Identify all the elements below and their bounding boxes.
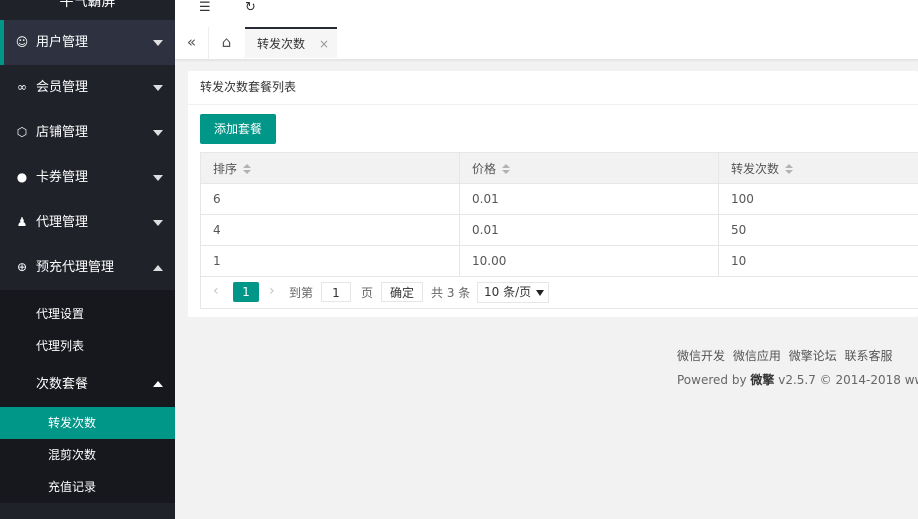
chevron-up-icon — [153, 265, 163, 271]
chevron-down-icon — [153, 175, 163, 181]
chevron-down-icon — [153, 220, 163, 226]
total-count: 共 3 条 — [431, 286, 471, 300]
confirm-button[interactable]: 确定 — [381, 282, 424, 302]
refresh-icon[interactable]: ↻ — [245, 0, 256, 27]
current-page[interactable]: 1 — [233, 282, 259, 302]
package-list-card: 转发次数套餐列表 添加套餐 排序 价格 转发次数 6 0.01 100 4 0.… — [188, 71, 918, 317]
infinity-icon: ∞ — [17, 80, 27, 94]
version-text: v2.5.7 © 2014-2018 www.w — [778, 373, 918, 387]
package-table: 排序 价格 转发次数 6 0.01 100 4 0.01 50 1 10.00 … — [200, 152, 918, 277]
footer-link[interactable]: 微信应用 — [733, 349, 781, 363]
column-label: 转发次数 — [731, 161, 780, 176]
sidebar: 牛气霸屏 ☺ 用户管理 ∞ 会员管理 ⬡ 店铺管理 ● 卡券管理 ♟ 代理管理 … — [0, 0, 175, 519]
table-cell: 6 — [200, 183, 460, 215]
circle-icon: ● — [16, 170, 28, 184]
dropdown-arrow-icon — [536, 290, 544, 296]
cube-icon: ⬡ — [16, 125, 28, 139]
tab-label: 转发次数 — [257, 37, 306, 51]
table-cell: 1 — [200, 245, 460, 277]
nav-store-management[interactable]: ⬡ 店铺管理 — [0, 110, 175, 155]
nav-label: 店铺管理 — [36, 125, 89, 140]
person-icon: ♟ — [16, 215, 28, 229]
goto-label: 到第 — [289, 286, 314, 300]
footer-links: 微信开发 微信应用 微擎论坛 联系客服 — [677, 347, 897, 364]
pagination: ‹ 1 › 到第 1 页 确定 共 3 条 10 条/页 — [200, 277, 918, 309]
page-size-value: 10 条/页 — [484, 285, 532, 299]
nav-prepaid-agent-management[interactable]: ⊕ 预充代理管理 — [0, 245, 175, 290]
table-row[interactable]: 1 10.00 10 — [200, 245, 918, 277]
plus-circle-icon: ⊕ — [16, 260, 28, 274]
nav-coupon-management[interactable]: ● 卡券管理 — [0, 155, 175, 200]
brand-name: 微擎 — [750, 373, 775, 387]
card-title: 转发次数套餐列表 — [188, 71, 918, 105]
app-logo: 牛气霸屏 — [59, 0, 116, 10]
column-header-price[interactable]: 价格 — [459, 152, 719, 184]
column-label: 价格 — [472, 161, 497, 176]
table-row[interactable]: 6 0.01 100 — [200, 183, 918, 215]
sidebar-item-mix-count[interactable]: 混剪次数 — [0, 439, 175, 471]
goto-page-input[interactable]: 1 — [321, 282, 351, 302]
user-group-icon: ☺ — [15, 35, 29, 49]
table-row[interactable]: 4 0.01 50 — [200, 214, 918, 246]
table-cell: 0.01 — [459, 183, 719, 215]
column-label: 排序 — [213, 161, 238, 176]
menu-toggle-icon[interactable]: ☰ — [199, 0, 211, 27]
chevron-down-icon — [153, 85, 163, 91]
nav-agent-management[interactable]: ♟ 代理管理 — [0, 200, 175, 245]
nav-label: 用户管理 — [36, 35, 89, 50]
table-header-row: 排序 价格 转发次数 — [200, 152, 918, 184]
nav-label: 预充代理管理 — [36, 260, 115, 275]
sidebar-item-recharge-log[interactable]: 充值记录 — [0, 471, 175, 503]
footer-link[interactable]: 微擎论坛 — [789, 349, 837, 363]
tab-bar: « ⌂ 转发次数 × — [175, 27, 918, 60]
chevron-down-icon — [153, 40, 163, 46]
page-size-select[interactable]: 10 条/页 — [477, 282, 549, 303]
top-header: ☰ ↻ — [175, 0, 918, 28]
chevron-up-icon — [153, 381, 163, 387]
sidebar-item-agent-list[interactable]: 代理列表 — [0, 330, 175, 362]
footer-link[interactable]: 联系客服 — [845, 349, 893, 363]
sidebar-item-agent-settings[interactable]: 代理设置 — [0, 298, 175, 330]
nav-label: 会员管理 — [36, 80, 89, 95]
nav-user-management[interactable]: ☺ 用户管理 — [0, 20, 175, 65]
prev-page-icon[interactable]: ‹ — [213, 283, 219, 299]
nav-label: 代理管理 — [36, 215, 89, 230]
chevron-down-icon — [153, 130, 163, 136]
sort-icon[interactable] — [502, 164, 511, 174]
submenu: 代理设置 代理列表 次数套餐 转发次数 混剪次数 充值记录 — [0, 290, 175, 503]
powered-by: Powered by 微擎 v2.5.7 © 2014-2018 www.w — [677, 371, 918, 388]
page-unit-label: 页 — [361, 286, 374, 300]
footer-link[interactable]: 微信开发 — [677, 349, 725, 363]
add-package-button[interactable]: 添加套餐 — [200, 114, 277, 144]
sidebar-item-forward-count[interactable]: 转发次数 — [0, 407, 175, 439]
sidebar-group-packages[interactable]: 次数套餐 — [0, 362, 175, 407]
table-cell: 4 — [200, 214, 460, 246]
nav-member-management[interactable]: ∞ 会员管理 — [0, 65, 175, 110]
table-cell: 50 — [718, 214, 918, 246]
sort-icon[interactable] — [243, 164, 252, 174]
powered-prefix: Powered by — [677, 373, 747, 387]
table-cell: 10.00 — [459, 245, 719, 277]
nav-label: 卡券管理 — [36, 170, 89, 185]
sort-icon[interactable] — [785, 164, 794, 174]
column-header-sort[interactable]: 排序 — [200, 152, 460, 184]
table-cell: 100 — [718, 183, 918, 215]
next-page-icon[interactable]: › — [269, 283, 275, 299]
collapse-tabs-icon[interactable]: « — [175, 27, 209, 59]
table-cell: 10 — [718, 245, 918, 277]
sidebar-group-label: 次数套餐 — [36, 377, 89, 392]
table-cell: 0.01 — [459, 214, 719, 246]
home-icon[interactable]: ⌂ — [208, 27, 246, 59]
tab-forward-count[interactable]: 转发次数 × — [245, 27, 337, 58]
close-icon[interactable]: × — [319, 29, 329, 60]
column-header-forward-count[interactable]: 转发次数 — [718, 152, 918, 184]
